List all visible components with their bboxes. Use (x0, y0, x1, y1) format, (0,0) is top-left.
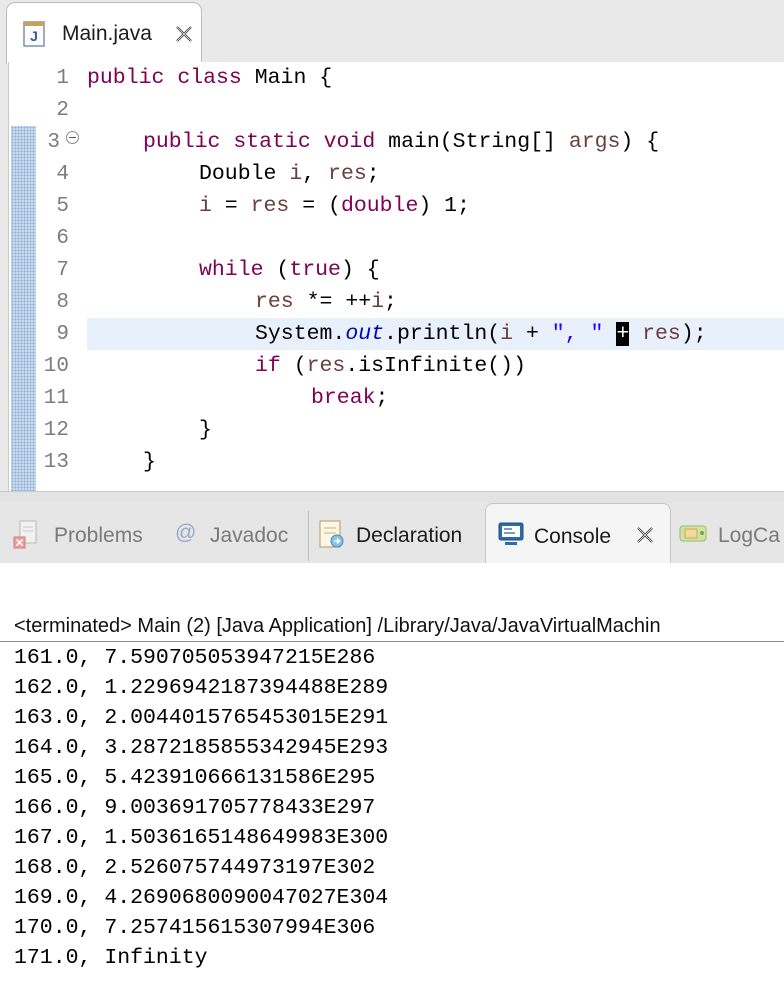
editor-tab-main-java[interactable]: J Main.java (6, 2, 202, 64)
code-line-12: } (199, 418, 212, 442)
console-line: 169.0, 4.2690680090047027E304 (14, 886, 389, 910)
editor-tab-bar: J Main.java (0, 0, 784, 64)
line-number: 10 (43, 355, 69, 378)
tab-declaration[interactable]: Declaration (309, 503, 485, 563)
line-number: 11 (43, 387, 69, 410)
close-icon[interactable] (634, 524, 656, 546)
editor-tab-label: Main.java (62, 22, 152, 45)
code-line-3: public static void main(String[] args) { (143, 130, 660, 154)
editor-pane: J Main.java 1 2 3 4 5 6 7 8 9 10 11 12 1… (0, 0, 784, 497)
java-file-icon: J (23, 21, 45, 47)
console-line: 167.0, 1.5036165148649983E300 (14, 826, 389, 850)
console-line: 162.0, 1.2296942187394488E289 (14, 676, 389, 700)
line-number: 2 (56, 99, 69, 122)
console-line: 164.0, 3.2872185855342945E293 (14, 736, 389, 760)
console-line: 166.0, 9.003691705778433E297 (14, 796, 376, 820)
code-line-1: public class Main { (87, 66, 333, 90)
console-output[interactable]: <terminated> Main (2) [Java Application]… (0, 563, 784, 1004)
tab-logcat[interactable]: LogCa (672, 503, 784, 563)
code-line-11: break; (311, 386, 389, 410)
sash-divider[interactable] (0, 491, 784, 503)
tab-javadoc[interactable]: @ Javadoc (168, 503, 306, 563)
line-number: 9 (56, 323, 69, 346)
console-line: 168.0, 2.526075744973197E302 (14, 856, 376, 880)
close-icon[interactable] (173, 23, 195, 45)
code-line-10: if (res.isInfinite()) (255, 354, 526, 378)
console-divider (0, 641, 784, 642)
console-line: 165.0, 5.423910666131586E295 (14, 766, 376, 790)
text-cursor: + (616, 322, 630, 346)
code-editor[interactable]: 1 2 3 4 5 6 7 8 9 10 11 12 13 public cla… (8, 62, 784, 491)
console-header: <terminated> Main (2) [Java Application]… (14, 615, 661, 637)
code-line-8: res *= ++i; (255, 290, 397, 314)
problems-icon (13, 520, 37, 549)
console-line: 163.0, 2.0044015765453015E291 (14, 706, 389, 730)
tab-problems[interactable]: Problems (0, 503, 168, 563)
line-number: 13 (43, 451, 69, 474)
console-icon (498, 522, 524, 545)
line-number: 1 (56, 67, 69, 90)
code-line-4: Double i, res; (199, 162, 380, 186)
line-number: 8 (56, 291, 69, 314)
console-line: 171.0, Infinity (14, 946, 208, 970)
line-number: 4 (56, 163, 69, 186)
line-number: 3 (47, 131, 60, 154)
console-line: 170.0, 7.257415615307994E306 (14, 916, 376, 940)
code-line-5: i = res = (double) 1; (199, 194, 470, 218)
at-sign-icon: @ (175, 521, 197, 544)
code-line-7: while (true) { (199, 258, 380, 282)
line-number: 12 (43, 419, 69, 442)
line-number: 6 (56, 227, 69, 250)
code-line-9: System.out.println(i + ", " + res); (255, 322, 707, 346)
line-number: 5 (56, 195, 69, 218)
fold-collapse-icon[interactable] (66, 131, 79, 144)
views-tab-bar: Problems @ Javadoc Declaration Console L… (0, 503, 784, 563)
svg-text:J: J (30, 28, 38, 44)
logcat-icon (679, 525, 707, 542)
console-line: 161.0, 7.590705053947215E286 (14, 646, 376, 670)
tab-console[interactable]: Console (485, 503, 671, 563)
line-number: 7 (56, 259, 69, 282)
declaration-icon (319, 520, 344, 548)
code-line-13: } (143, 450, 156, 474)
